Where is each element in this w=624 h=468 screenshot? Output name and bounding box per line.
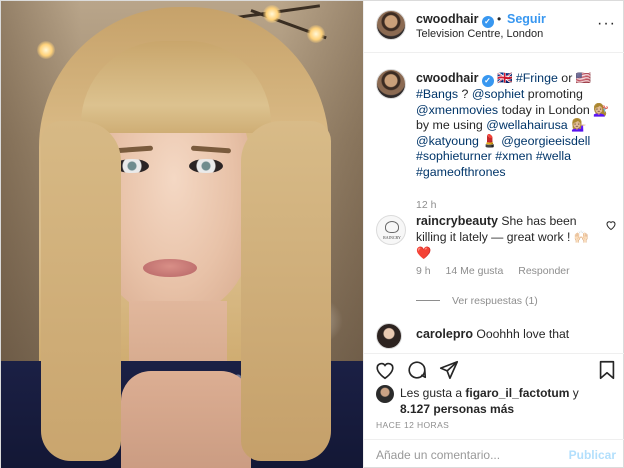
comment-meta: 9 h 14 Me gusta Responder [416,265,582,277]
comment-likes[interactable]: 14 Me gusta [446,265,504,277]
likes-count[interactable]: 8.127 personas más [400,402,514,416]
heart-icon[interactable] [605,219,617,231]
separator-dot: • [497,12,502,26]
hashtag-link[interactable]: #Fringe [516,71,558,85]
action-bar [364,353,624,385]
more-icon[interactable]: ··· [597,15,616,33]
author-avatar[interactable] [376,10,406,40]
likes-mid: y [569,386,579,400]
caption-part: ? [458,87,472,101]
mention-link[interactable]: @xmenmovies [416,103,498,117]
caption-part: promoting [524,87,583,101]
verified-icon: ✓ [481,16,494,28]
hair-right [241,121,331,461]
publish-button[interactable]: Publicar [569,448,616,462]
comment-time[interactable]: 9 h [416,265,431,277]
reply-button[interactable]: Responder [518,265,569,277]
liker-username[interactable]: figaro_il_factotum [465,386,569,400]
caption-part: 💁🏼‍♀️ [567,118,587,132]
replies-line [416,300,440,301]
view-replies-button[interactable]: Ver respuestas (1) [416,295,538,307]
caption-part: 💄 [478,133,502,148]
comment-input[interactable]: Añade un comentario... [376,448,500,462]
likes-prefix: Les gusta a [400,386,466,400]
post-timestamp[interactable]: HACE 12 HORAS [376,420,449,430]
hashtag-link[interactable]: #Bangs [416,87,458,101]
comment-text: carolepro Ooohhh love that [416,327,569,341]
location-link[interactable]: Television Centre, London [416,28,543,40]
liker-avatar[interactable] [376,385,394,403]
commenter-avatar[interactable]: RAINCRY [376,215,406,245]
caption-username[interactable]: cwoodhair ✓ [416,71,494,87]
lamp-light [37,41,55,59]
caption-time[interactable]: 12 h [416,199,436,211]
instagram-post: cwoodhair ✓ • Seguir Television Centre, L… [0,0,624,468]
add-comment-bar: Añade un comentario... Publicar [364,439,624,468]
caption-part: or 🇺🇸 [557,71,592,85]
lamp-light [307,25,325,43]
raincry-logo-mark [385,221,399,233]
lips [143,259,197,277]
raincry-logo-text: RAINCRY [383,235,401,240]
heart-icon[interactable] [374,359,396,381]
hashtag-link[interactable]: #gameofthrones [416,165,506,179]
mention-link[interactable]: @wellahairusa [486,118,567,132]
post-photo[interactable] [1,1,363,468]
caption-avatar[interactable] [376,69,406,99]
hashtag-link[interactable]: #sophieturner [416,149,492,163]
chest [121,371,251,468]
verified-icon: ✓ [481,75,494,87]
hashtag-link[interactable]: #xmen [495,149,532,163]
view-replies-label: Ver respuestas (1) [452,295,538,307]
mention-link[interactable]: @sophiet [472,87,525,101]
post-side-panel: cwoodhair ✓ • Seguir Television Centre, L… [363,1,624,468]
author-username[interactable]: cwoodhair ✓ [416,12,494,28]
follow-button[interactable]: Seguir [507,12,546,26]
comment-icon[interactable] [406,359,428,381]
share-icon[interactable] [438,359,460,381]
lamp-light [263,5,281,23]
hashtag-link[interactable]: #wella [536,149,571,163]
commenter-username[interactable]: raincrybeauty [416,214,498,228]
comment-body: Ooohhh love that [472,327,570,341]
hair-left [41,121,121,461]
post-header: cwoodhair ✓ • Seguir Television Centre, L… [364,1,624,53]
eye [189,159,223,173]
likes-text: Les gusta a figaro_il_factotum y 8.127 p… [400,385,610,417]
bookmark-icon[interactable] [596,359,618,381]
mention-link[interactable]: @katyoung [416,134,479,148]
commenter-avatar[interactable] [376,323,402,349]
comment-text: raincrybeauty She has been killing it la… [416,213,596,261]
comments-section[interactable]: cwoodhair ✓ 🇬🇧 #Fringe or 🇺🇸 #Bangs ? @so… [364,53,624,353]
commenter-username[interactable]: carolepro [416,327,473,341]
mention-link[interactable]: @georgieeisdell [501,134,590,148]
caption-text: cwoodhair ✓ 🇬🇧 #Fringe or 🇺🇸 #Bangs ? @so… [416,71,621,180]
caption-part: 🇬🇧 [493,71,516,85]
